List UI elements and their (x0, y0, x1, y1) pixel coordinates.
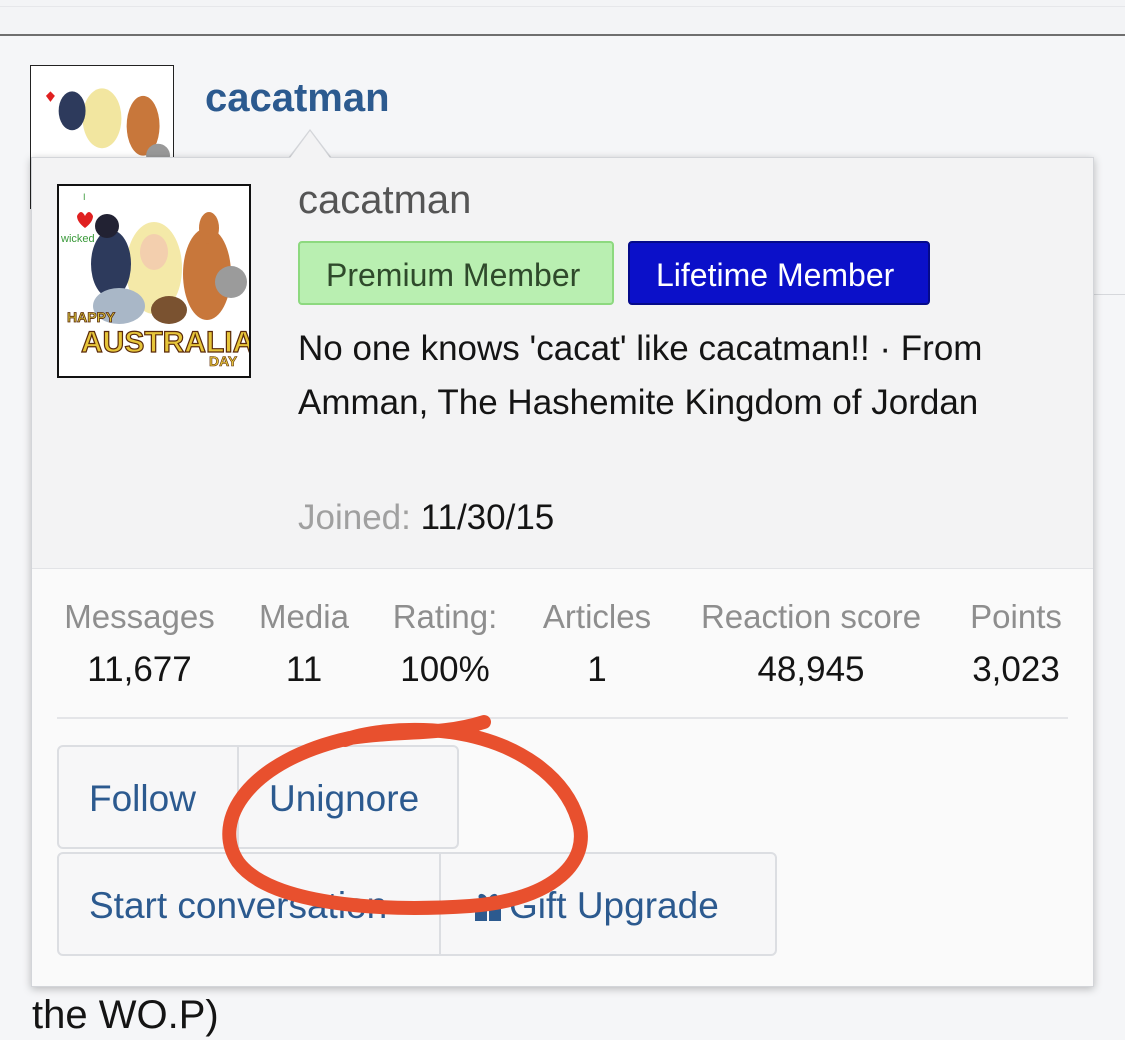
stat-media[interactable]: Media 11 (254, 598, 354, 690)
top-bar (0, 0, 1125, 36)
member-tooltip-card: I wicked HAPPY AUSTRALIA DAY cacatman Pr… (31, 157, 1094, 987)
avatar-text-day: DAY (209, 353, 238, 369)
member-joined: Joined: 11/30/15 (298, 498, 554, 538)
stat-value: 48,945 (757, 650, 865, 689)
member-username[interactable]: cacatman (298, 178, 471, 223)
stat-value: 11 (285, 650, 323, 689)
gift-upgrade-label: Gift Upgrade (509, 885, 719, 926)
gift-upgrade-button[interactable]: Gift Upgrade (439, 852, 777, 956)
popover-arrow-fill (290, 131, 330, 158)
background-post-text: the WO.P) (32, 993, 219, 1037)
avatar-image: I wicked HAPPY AUSTRALIA DAY (59, 186, 249, 376)
stat-label: Media (259, 598, 349, 635)
stat-label: Messages (64, 598, 215, 635)
follow-button[interactable]: Follow (57, 745, 239, 849)
joined-date: 11/30/15 (420, 498, 555, 537)
start-conversation-button[interactable]: Start conversation (57, 852, 441, 956)
avatar-text-happy: HAPPY (67, 309, 116, 325)
joined-label: Joined: (298, 498, 411, 537)
stat-value: 1 (587, 650, 607, 689)
stat-value: 11,677 (87, 650, 192, 689)
member-header: I wicked HAPPY AUSTRALIA DAY cacatman Pr… (32, 158, 1093, 569)
stat-points[interactable]: Points 3,023 (964, 598, 1068, 690)
background-username[interactable]: cacatman (205, 76, 390, 121)
member-avatar[interactable]: I wicked HAPPY AUSTRALIA DAY (57, 184, 251, 378)
top-divider (0, 6, 1125, 7)
avatar-text-i: I (83, 192, 86, 202)
stat-rating: Rating: 100% (387, 598, 503, 690)
gift-icon (473, 894, 503, 922)
stat-value: 3,023 (972, 650, 1060, 689)
unignore-button[interactable]: Unignore (237, 745, 459, 849)
stat-messages[interactable]: Messages 11,677 (57, 598, 222, 690)
stat-reaction-score[interactable]: Reaction score 48,945 (690, 598, 932, 690)
stats-divider (57, 717, 1068, 719)
background-divider (1092, 294, 1125, 295)
stat-label: Articles (542, 598, 652, 635)
premium-member-badge: Premium Member (298, 241, 614, 305)
member-blurb: No one knows 'cacat' like cacatman!! · F… (298, 329, 983, 422)
avatar-text-wicked: wicked (60, 233, 95, 245)
stat-label: Rating: (392, 598, 498, 635)
stat-label: Reaction score (700, 598, 922, 635)
stat-label: Points (970, 598, 1062, 635)
stat-value: 100% (400, 650, 490, 689)
stat-articles[interactable]: Articles 1 (536, 598, 658, 690)
lifetime-member-badge: Lifetime Member (628, 241, 930, 305)
